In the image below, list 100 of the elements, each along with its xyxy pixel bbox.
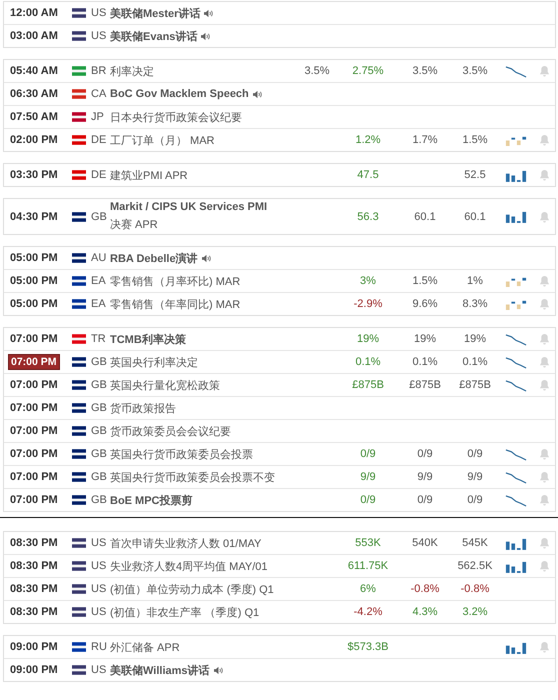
country-code: GB — [90, 448, 108, 460]
bell-icon[interactable] — [538, 471, 550, 483]
event-title[interactable]: 英国央行货币政策委员会投票 — [110, 446, 253, 462]
bell-icon[interactable] — [538, 356, 550, 368]
event-time: 03:00 AM — [9, 29, 59, 43]
flag-icon — [72, 66, 86, 76]
country-code: TR — [90, 333, 107, 345]
bar-chart-icon — [505, 210, 527, 223]
country-code: DE — [90, 169, 108, 181]
event-title[interactable]: 英国央行量化宽松政策 — [110, 378, 220, 392]
value-text: 19% — [414, 333, 436, 345]
trend-line-icon — [505, 332, 527, 346]
value-text: 545K — [462, 537, 488, 549]
bell-icon[interactable] — [538, 333, 550, 345]
value-text: 0/9 — [467, 494, 483, 506]
event-title[interactable]: 外汇储备 APR — [110, 640, 180, 654]
event-time: 07:00 PM — [9, 378, 59, 392]
value-text: 8.3% — [462, 298, 488, 310]
value-text: 540K — [412, 537, 438, 549]
value-text: 3.5% — [304, 65, 330, 77]
value-text: £875B — [409, 379, 441, 391]
value-text: £875B — [352, 379, 384, 391]
event-title[interactable]: BoE MPC投票剪 — [110, 492, 192, 508]
country-code: US — [90, 583, 108, 595]
flag-icon — [72, 426, 86, 436]
country-code: CA — [90, 88, 108, 100]
event-title[interactable]: 美联储Evans讲话 — [110, 28, 198, 44]
event-title[interactable]: (初值）非农生产率 （季度) Q1 — [110, 604, 260, 620]
value-text: 2.75% — [352, 65, 384, 77]
event-title[interactable]: 利率决定 — [110, 64, 154, 78]
event-title[interactable]: 日本央行货币政策会议纪要 — [110, 110, 242, 124]
event-title[interactable]: Markit / CIPS UK Services PMI — [110, 201, 268, 213]
bar-chart-icon — [505, 560, 527, 572]
country-code: US — [90, 30, 108, 42]
value-text: 3.2% — [462, 606, 488, 618]
event-title[interactable]: (初值）单位劳动力成本 (季度) Q1 — [110, 582, 274, 596]
bell-icon[interactable] — [538, 494, 550, 506]
event-title[interactable]: RBA Debelle演讲 — [110, 250, 198, 266]
country-code: RU — [90, 641, 108, 653]
event-title[interactable]: 美联储Williams讲话 — [110, 662, 210, 678]
bell-icon[interactable] — [538, 641, 550, 653]
value-text: -0.8% — [460, 583, 490, 595]
event-title[interactable]: BoC Gov Macklem Speech — [110, 88, 249, 100]
event-title[interactable]: 零售销售（年率同比) MAR — [110, 296, 240, 312]
event-title[interactable]: 失业救济人数4周平均值 MAY/01 — [110, 558, 268, 574]
event-title[interactable]: 零售销售（月率环比) MAR — [110, 274, 240, 288]
flag-icon — [72, 561, 86, 571]
bell-icon[interactable] — [538, 65, 550, 77]
event-title[interactable]: 美联储Mester讲话 — [110, 6, 200, 20]
event-time: 06:30 AM — [9, 87, 59, 101]
value-text: 0/9 — [467, 448, 483, 460]
bell-icon[interactable] — [538, 275, 550, 287]
event-time: 03:30 PM — [9, 168, 59, 182]
bar-chart-icon — [505, 536, 527, 550]
event-title[interactable]: 英国央行利率决定 — [110, 354, 198, 370]
trend-line-icon — [505, 378, 527, 392]
value-text: 3.5% — [412, 65, 438, 77]
value-text: 611.75K — [348, 560, 388, 572]
event-time: 07:00 PM — [9, 424, 59, 438]
value-text: 4.3% — [412, 606, 438, 618]
value-text: 0/9 — [360, 448, 376, 460]
event-title[interactable]: 货币政策委员会会议纪要 — [110, 424, 231, 438]
value-text: -2.9% — [354, 298, 382, 310]
country-code: US — [90, 7, 108, 19]
country-code: GB — [90, 471, 108, 483]
bell-icon[interactable] — [538, 448, 550, 460]
event-time: 07:00 PM — [9, 493, 59, 507]
bell-icon[interactable] — [538, 134, 550, 146]
flag-icon — [72, 642, 86, 652]
event-time: 08:30 PM — [9, 582, 59, 596]
country-code: AU — [90, 252, 108, 264]
flag-icon — [72, 472, 86, 482]
value-text: -0.8% — [410, 583, 440, 595]
event-title[interactable]: 英国央行货币政策委员会投票不变 — [110, 470, 275, 484]
trend-line-icon — [505, 494, 527, 506]
event-title[interactable]: 货币政策报告 — [110, 400, 176, 416]
country-code: EA — [90, 275, 107, 287]
value-text: 3.5% — [462, 65, 488, 77]
bell-icon[interactable] — [538, 537, 550, 549]
value-text: $573.3B — [348, 641, 388, 653]
country-code: EA — [90, 298, 107, 310]
bell-icon[interactable] — [538, 298, 550, 310]
bell-icon[interactable] — [538, 560, 550, 572]
event-subtitle: 决赛 APR — [110, 218, 159, 232]
value-text: 6% — [360, 583, 376, 595]
trend-line-icon — [505, 64, 527, 78]
event-time: 05:00 PM — [9, 297, 59, 311]
bell-icon[interactable] — [538, 210, 550, 222]
event-title[interactable]: 工厂订单（月） MAR — [110, 132, 214, 148]
event-title[interactable]: TCMB利率决策 — [110, 332, 186, 346]
value-text: 19% — [464, 333, 486, 345]
value-text: 0/9 — [360, 494, 376, 506]
country-code: DE — [90, 134, 108, 146]
event-title[interactable]: 首次申请失业救济人数 01/MAY — [110, 536, 262, 550]
country-code: GB — [90, 210, 108, 222]
value-text: 9/9 — [417, 471, 433, 483]
bell-icon[interactable] — [538, 169, 550, 181]
bell-icon[interactable] — [538, 379, 550, 391]
flag-icon — [72, 31, 86, 41]
event-title[interactable]: 建筑业PMI APR — [110, 168, 188, 182]
